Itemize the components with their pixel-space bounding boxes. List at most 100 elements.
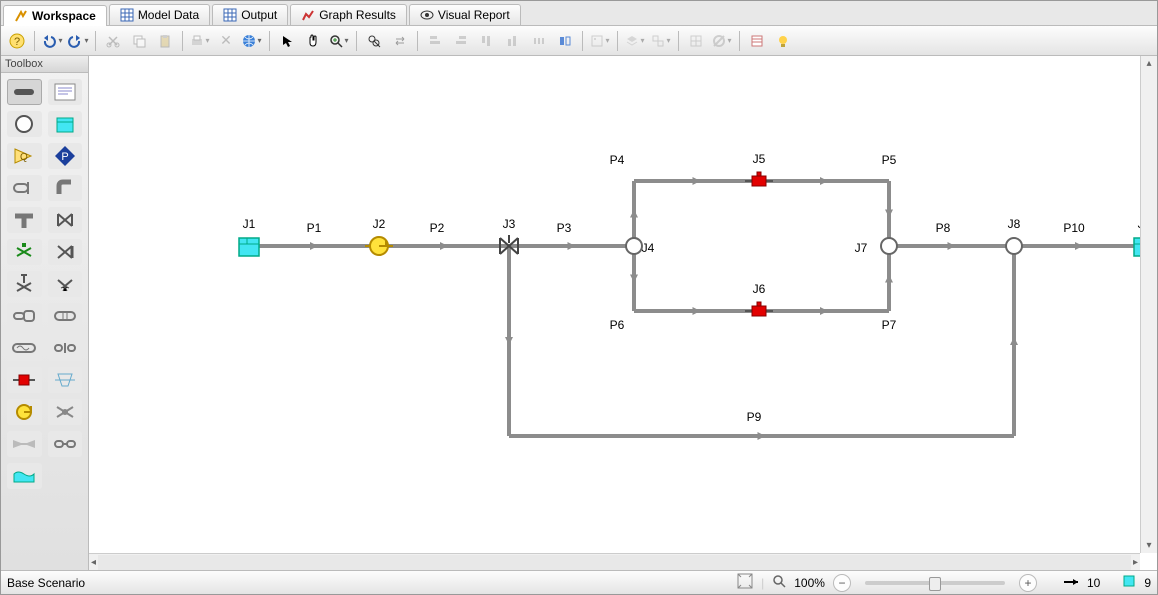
pipe-label-P1: P1: [307, 221, 322, 235]
align-right-icon[interactable]: [449, 30, 473, 52]
undo-icon[interactable]: ▾: [40, 30, 64, 52]
toolbox-title: Toolbox: [1, 56, 88, 73]
junction-J8[interactable]: J8: [1006, 217, 1022, 254]
swap-icon[interactable]: [388, 30, 412, 52]
delete-icon[interactable]: ✕: [214, 30, 238, 52]
vertical-scrollbar[interactable]: ▴ ▾: [1140, 56, 1157, 553]
pipe-label-P10: P10: [1063, 221, 1085, 235]
junction-J4[interactable]: J4: [626, 238, 655, 255]
separator: [417, 31, 418, 51]
lightbulb-icon[interactable]: [771, 30, 795, 52]
pipe-label-P2: P2: [430, 221, 445, 235]
scroll-right-icon[interactable]: ▸: [1131, 555, 1140, 570]
tab-graph-results[interactable]: Graph Results: [290, 4, 407, 25]
align-top-icon[interactable]: [475, 30, 499, 52]
align-left-icon[interactable]: [423, 30, 447, 52]
screen-tool[interactable]: [48, 367, 83, 393]
relief-valve-tool[interactable]: [7, 271, 42, 297]
separator-tool[interactable]: [48, 431, 83, 457]
pipe-label-P4: P4: [610, 153, 625, 167]
scroll-left-icon[interactable]: ◂: [89, 555, 98, 570]
assigned-pressure-tool[interactable]: P: [48, 143, 83, 169]
scenario-label: Base Scenario: [7, 576, 85, 590]
junction-J6[interactable]: J6: [745, 282, 773, 316]
reservoir-tool[interactable]: [48, 111, 83, 137]
tab-visual-report[interactable]: Visual Report: [409, 4, 521, 25]
magnifier-icon[interactable]: [772, 574, 786, 591]
junction-label-J7: J7: [855, 241, 868, 255]
area-change-tool[interactable]: [7, 303, 42, 329]
junction-J7[interactable]: J7: [855, 238, 897, 255]
find-icon[interactable]: [362, 30, 386, 52]
layers-icon[interactable]: ▾: [623, 30, 647, 52]
settings-icon[interactable]: [745, 30, 769, 52]
junction-label-J3: J3: [503, 217, 516, 231]
align-bottom-icon[interactable]: [501, 30, 525, 52]
zoom-out-button[interactable]: −: [833, 574, 851, 592]
turbine-tool[interactable]: [48, 399, 83, 425]
orifice-tool[interactable]: [48, 335, 83, 361]
horizontal-scrollbar[interactable]: ◂ ▸: [89, 553, 1140, 570]
control-valve-tool[interactable]: [7, 239, 42, 265]
copy-icon[interactable]: [127, 30, 151, 52]
paste-icon[interactable]: [153, 30, 177, 52]
tee-tool[interactable]: [7, 207, 42, 233]
zoom-value: 100%: [794, 576, 825, 590]
junction-J5[interactable]: J5: [745, 152, 773, 186]
check-valve-tool[interactable]: [48, 239, 83, 265]
pump-yellow-tool[interactable]: [7, 399, 42, 425]
help-icon[interactable]: ?: [5, 30, 29, 52]
tab-label: Model Data: [138, 8, 199, 22]
separator: [678, 31, 679, 51]
redo-icon[interactable]: ▾: [66, 30, 90, 52]
scroll-down-icon[interactable]: ▾: [1144, 538, 1153, 553]
distribute-icon[interactable]: [527, 30, 551, 52]
scroll-track[interactable]: [98, 555, 1131, 570]
tab-output[interactable]: Output: [212, 4, 288, 25]
junction-J2[interactable]: J2: [365, 217, 393, 255]
venturi-tool[interactable]: [7, 431, 42, 457]
valve-tool[interactable]: [48, 207, 83, 233]
group-icon[interactable]: ▾: [649, 30, 673, 52]
zoom-slider[interactable]: [865, 581, 1005, 585]
junction-label-J2: J2: [373, 217, 386, 231]
pan-icon[interactable]: [301, 30, 325, 52]
main-area: Toolbox QP P1P2P3P4P5P6P7P8P9P10J1J2J3J4…: [1, 56, 1157, 570]
junction-label-J1: J1: [243, 217, 256, 231]
heat-exchanger-tool[interactable]: [7, 335, 42, 361]
separator: [34, 31, 35, 51]
weir-tool[interactable]: [7, 463, 42, 489]
zoom-in-button[interactable]: +: [1019, 574, 1037, 592]
svg-text:?: ?: [14, 36, 20, 48]
snap-icon[interactable]: ▾: [588, 30, 612, 52]
spray-tool[interactable]: [48, 271, 83, 297]
junction-label-J4: J4: [642, 241, 655, 255]
pipe-label-P9: P9: [747, 410, 762, 424]
grid-small-icon[interactable]: [684, 30, 708, 52]
general-component-tool[interactable]: [48, 303, 83, 329]
junction-label-J5: J5: [753, 152, 766, 166]
pipe-tool[interactable]: [7, 79, 42, 105]
print-icon[interactable]: ▾: [188, 30, 212, 52]
workspace-icon: [14, 9, 28, 23]
grid-icon: [223, 8, 237, 22]
flip-icon[interactable]: [553, 30, 577, 52]
assigned-flow-tool[interactable]: Q: [7, 143, 42, 169]
globe-icon[interactable]: ▾: [240, 30, 264, 52]
branch-tool[interactable]: [7, 111, 42, 137]
workspace-canvas[interactable]: P1P2P3P4P5P6P7P8P9P10J1J2J3J4J5J6J7J8J9: [89, 56, 1157, 570]
cut-icon[interactable]: [101, 30, 125, 52]
fit-icon[interactable]: [737, 573, 753, 592]
canvas-wrap: P1P2P3P4P5P6P7P8P9P10J1J2J3J4J5J6J7J8J9 …: [89, 56, 1157, 570]
arrow-icon[interactable]: [275, 30, 299, 52]
pump-red-tool[interactable]: [7, 367, 42, 393]
lock-icon[interactable]: ▾: [710, 30, 734, 52]
tab-workspace[interactable]: Workspace: [3, 5, 107, 26]
elbow-tool[interactable]: [48, 175, 83, 201]
scroll-up-icon[interactable]: ▴: [1144, 56, 1153, 71]
annotation-tool[interactable]: [48, 79, 83, 105]
tab-model-data[interactable]: Model Data: [109, 4, 210, 25]
zoom-in-icon[interactable]: ▾: [327, 30, 351, 52]
junction-J1[interactable]: J1: [239, 217, 259, 256]
dead-end-tool[interactable]: [7, 175, 42, 201]
